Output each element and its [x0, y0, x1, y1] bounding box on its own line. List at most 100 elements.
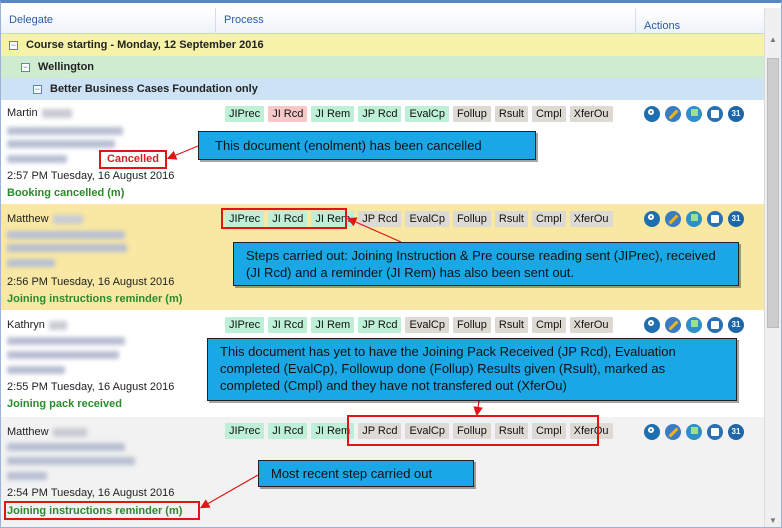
delegate-name: Matthew [7, 426, 87, 438]
view-icon[interactable] [644, 211, 660, 227]
scrollbar-thumb[interactable] [767, 58, 779, 328]
step-badge[interactable]: JP Rcd [358, 106, 402, 122]
print-icon[interactable] [707, 106, 723, 122]
row-actions: 31 [644, 424, 744, 440]
step-badge[interactable]: Rsult [494, 211, 528, 227]
flag-icon[interactable] [686, 211, 702, 227]
row-actions: 31 [644, 317, 744, 333]
collapse-toggle-icon[interactable]: − [9, 40, 18, 50]
flag-icon[interactable] [686, 424, 702, 440]
print-icon[interactable] [707, 317, 723, 333]
completed-steps-highlight [221, 208, 347, 229]
group-row-location[interactable]: − Wellington [1, 56, 765, 78]
edit-icon[interactable] [665, 106, 681, 122]
edit-icon[interactable] [665, 424, 681, 440]
step-badge[interactable]: JP Rcd [358, 211, 402, 227]
redacted-organisation [7, 443, 125, 451]
flag-icon[interactable] [686, 317, 702, 333]
step-badge[interactable]: JI Rcd [268, 423, 308, 439]
step-badge[interactable]: Follup [452, 211, 491, 227]
delegate-first-name: Matthew [7, 213, 49, 225]
step-badge[interactable]: JP Rcd [358, 317, 402, 333]
print-icon[interactable] [707, 424, 723, 440]
redacted-organisation [7, 127, 123, 135]
group-row-course-name[interactable]: − Better Business Cases Foundation only [1, 78, 765, 100]
scroll-up-icon[interactable]: ▲ [768, 36, 778, 44]
redacted-organisation [7, 231, 125, 239]
step-badge[interactable]: XferOu [569, 106, 613, 122]
timestamp: 2:57 PM Tuesday, 16 August 2016 [7, 170, 175, 182]
group-label-location: Wellington [38, 61, 95, 73]
callout-pending: This document has yet to have the Joinin… [207, 338, 737, 401]
callout-recent: Most recent step carried out [258, 460, 474, 487]
scroll-down-icon[interactable]: ▼ [768, 517, 778, 525]
print-icon[interactable] [707, 211, 723, 227]
step-badge[interactable]: EvalCp [405, 317, 449, 333]
step-badge[interactable]: Follup [452, 317, 491, 333]
grid-header: Delegate Process Actions [1, 8, 765, 34]
step-badge[interactable]: JIPrec [225, 317, 265, 333]
redacted-email [7, 244, 127, 252]
process-steps: JIPrec JI Rcd JI Rem JP Rcd EvalCp Follu… [225, 317, 613, 333]
calendar-icon[interactable]: 31 [728, 211, 744, 227]
redacted-surname [41, 108, 72, 118]
step-badge[interactable]: JIPrec [225, 423, 265, 439]
view-icon[interactable] [644, 424, 660, 440]
column-header-process[interactable]: Process [216, 8, 636, 34]
redacted-email [7, 140, 115, 148]
step-badge[interactable]: Cmpl [531, 317, 566, 333]
pending-steps-highlight [347, 415, 599, 446]
delegate-name: Matthew [7, 213, 83, 225]
redacted-email [7, 457, 135, 465]
step-badge[interactable]: XferOu [569, 317, 613, 333]
delegate-first-name: Matthew [7, 426, 49, 438]
step-badge[interactable]: JI Rcd [268, 106, 308, 122]
step-badge[interactable]: Cmpl [531, 106, 566, 122]
flag-icon[interactable] [686, 106, 702, 122]
redacted-organisation [7, 337, 125, 345]
callout-cancelled: This document (enolment) has been cancel… [198, 131, 536, 160]
status-text: Joining instructions reminder (m) [7, 293, 183, 305]
step-badge[interactable]: JI Rem [311, 317, 355, 333]
status-text: Booking cancelled (m) [7, 187, 125, 199]
step-badge[interactable]: Cmpl [531, 211, 566, 227]
redacted-surname [52, 427, 87, 437]
edit-icon[interactable] [665, 317, 681, 333]
row-actions: 31 [644, 106, 744, 122]
delegate-name: Kathryn [7, 319, 67, 331]
step-badge[interactable]: EvalCp [405, 211, 449, 227]
edit-icon[interactable] [665, 211, 681, 227]
timestamp: 2:55 PM Tuesday, 16 August 2016 [7, 381, 175, 393]
calendar-icon[interactable]: 31 [728, 317, 744, 333]
collapse-toggle-icon[interactable]: − [21, 62, 30, 72]
redacted-surname [52, 214, 83, 224]
step-badge[interactable]: Follup [452, 106, 491, 122]
step-badge[interactable]: JIPrec [225, 106, 265, 122]
calendar-icon[interactable]: 31 [728, 424, 744, 440]
redacted-surname [48, 320, 67, 330]
timestamp: 2:54 PM Tuesday, 16 August 2016 [7, 487, 175, 499]
step-badge[interactable]: JI Rcd [268, 317, 308, 333]
row-actions: 31 [644, 211, 744, 227]
redacted-phone [7, 259, 55, 267]
callout-steps: Steps carried out: Joining Instruction &… [233, 242, 739, 286]
step-badge[interactable]: Rsult [494, 317, 528, 333]
group-row-course-date[interactable]: − Course starting - Monday, 12 September … [1, 34, 765, 56]
calendar-icon[interactable]: 31 [728, 106, 744, 122]
timestamp: 2:56 PM Tuesday, 16 August 2016 [7, 276, 175, 288]
collapse-toggle-icon[interactable]: − [33, 84, 42, 94]
group-label-course-name: Better Business Cases Foundation only [50, 83, 258, 95]
process-steps: JIPrec JI Rcd JI Rem JP Rcd EvalCp Follu… [225, 106, 613, 122]
step-badge[interactable]: JI Rem [311, 106, 355, 122]
view-icon[interactable] [644, 317, 660, 333]
view-icon[interactable] [644, 106, 660, 122]
step-badge[interactable]: EvalCp [405, 106, 449, 122]
redacted-phone [7, 472, 47, 480]
status-text: Joining pack received [7, 398, 122, 410]
step-badge[interactable]: Rsult [494, 106, 528, 122]
step-badge[interactable]: XferOu [569, 211, 613, 227]
column-header-delegate[interactable]: Delegate [1, 8, 216, 34]
delegate-name: Martin [7, 107, 72, 119]
vertical-scrollbar[interactable]: ▲ ▼ [764, 8, 781, 527]
group-label-course-date: Course starting - Monday, 12 September 2… [26, 39, 264, 51]
